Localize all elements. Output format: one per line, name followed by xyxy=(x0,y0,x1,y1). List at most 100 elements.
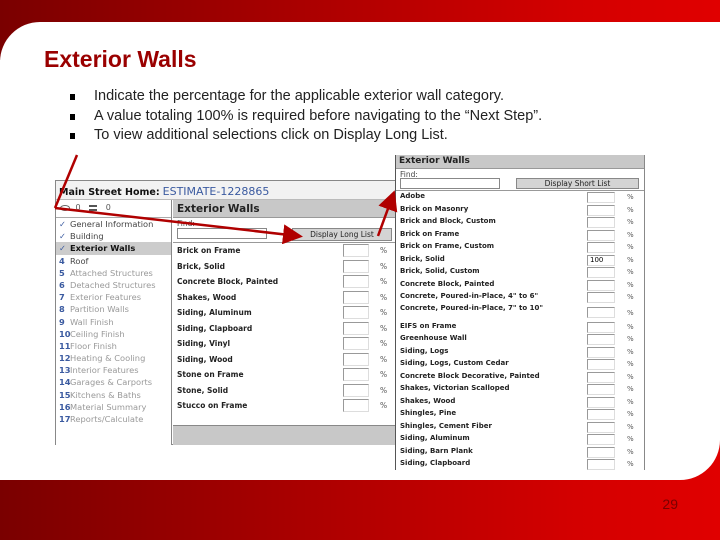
step-label: Kitchens & Baths xyxy=(70,389,141,400)
wall-type-label: Concrete, Poured-in-Place, 7" to 10" xyxy=(400,303,543,312)
percentage-input[interactable] xyxy=(587,396,615,408)
percentage-input[interactable] xyxy=(343,383,369,397)
list-icon[interactable] xyxy=(89,204,98,211)
percentage-input[interactable] xyxy=(587,204,615,216)
nav-step-item[interactable]: 15Kitchens & Baths xyxy=(56,389,171,401)
step-number: 7 xyxy=(59,292,65,303)
percentage-input[interactable] xyxy=(587,446,615,458)
percentage-input[interactable] xyxy=(587,421,615,433)
wall-type-label: EIFS on Frame xyxy=(400,321,457,330)
estimate-header: Main Street Home: ESTIMATE-1228865 xyxy=(56,181,396,200)
percentage-input[interactable] xyxy=(587,242,615,253)
percentage-input[interactable] xyxy=(343,244,369,257)
bullet-list: Indicate the percentage for the applicab… xyxy=(70,88,542,147)
percentage-input[interactable] xyxy=(343,275,369,288)
nav-step-item[interactable]: 14Garages & Carports xyxy=(56,376,171,388)
slide-title: Exterior Walls xyxy=(44,46,197,72)
nav-step-item[interactable]: ✓ Exterior Walls xyxy=(56,242,171,255)
percent-symbol: % xyxy=(627,460,634,468)
speech-bubble-icon[interactable] xyxy=(60,204,70,211)
percentage-input[interactable] xyxy=(343,399,369,412)
step-label: Partition Walls xyxy=(70,304,129,315)
nav-step-item[interactable]: 5 Attached Structures xyxy=(56,267,171,279)
step-number: 8 xyxy=(59,304,65,315)
percentage-input[interactable] xyxy=(587,229,615,241)
percentage-input[interactable] xyxy=(587,292,615,303)
wall-type-label: Shakes, Victorian Scalloped xyxy=(400,384,510,392)
wall-type-label: Brick, Solid xyxy=(400,254,445,263)
step-number: 17 xyxy=(59,414,71,424)
nav-step-item[interactable]: 13Interior Features xyxy=(56,364,171,376)
percentage-input[interactable] xyxy=(587,359,615,370)
find-input[interactable] xyxy=(177,228,267,239)
comments-count: 0 xyxy=(75,203,81,212)
wall-type-label: Siding, Wood xyxy=(177,354,233,364)
percentage-input[interactable] xyxy=(343,306,369,319)
percentage-input[interactable] xyxy=(587,279,615,291)
step-label: Roof xyxy=(70,255,89,266)
percentage-input[interactable] xyxy=(343,352,369,366)
percentage-input[interactable] xyxy=(587,371,615,383)
percentage-input[interactable] xyxy=(343,259,369,273)
percentage-input[interactable] xyxy=(587,306,615,318)
percentage-input[interactable] xyxy=(587,346,615,358)
nav-step-item[interactable]: 16Material Summary xyxy=(56,401,171,413)
step-list: ✓ General Information ✓ Building ✓ Exterior W… xyxy=(56,218,171,425)
step-label: Exterior Features xyxy=(70,292,142,303)
percentage-input[interactable] xyxy=(343,337,369,350)
percent-symbol: % xyxy=(380,308,388,317)
find-input[interactable] xyxy=(400,178,500,189)
wall-type-label: Siding, Logs, Custom Cedar xyxy=(400,359,509,367)
wall-type-row: Shakes, Wood% xyxy=(396,396,644,409)
wall-type-label: Concrete Block, Painted xyxy=(177,277,279,286)
wall-type-label: Concrete Block Decorative, Painted xyxy=(400,371,540,380)
wall-type-label: Brick and Block, Custom xyxy=(400,217,496,225)
percent-symbol: % xyxy=(380,339,388,348)
nav-step-item[interactable]: 4 Roof xyxy=(56,255,171,267)
wall-type-label: Greenhouse Wall xyxy=(400,334,467,342)
wall-type-label: Concrete Block, Painted xyxy=(400,279,495,288)
wall-type-label: Siding, Aluminum xyxy=(177,308,252,317)
nav-step-item[interactable]: 9 Wall Finish xyxy=(56,316,171,328)
nav-step-item[interactable]: 6 Detached Structures xyxy=(56,279,171,291)
wall-type-row: Brick, Solid% xyxy=(173,259,396,275)
short-list-rows: Brick on Frame% Brick, Solid% Concrete Blo… xyxy=(173,243,396,414)
nav-step-item[interactable]: 10Ceiling Finish xyxy=(56,328,171,340)
percentage-input[interactable] xyxy=(587,267,615,278)
nav-step-item[interactable]: 7 Exterior Features xyxy=(56,291,171,303)
percentage-input[interactable] xyxy=(587,192,615,203)
percent-symbol: % xyxy=(627,435,634,443)
wall-type-row: Siding, Wood% xyxy=(173,352,396,368)
percentage-input[interactable] xyxy=(587,409,615,420)
step-number: 11 xyxy=(59,340,71,351)
bullet-item: To view additional selections click on D… xyxy=(70,127,542,147)
percent-symbol: % xyxy=(380,323,388,333)
wall-type-label: Siding, Clapboard xyxy=(177,323,253,333)
nav-step-item[interactable]: ✓ Building xyxy=(56,230,171,242)
percent-symbol: % xyxy=(627,410,634,418)
nav-step-item[interactable]: 11Floor Finish xyxy=(56,340,171,352)
percentage-input[interactable] xyxy=(587,384,615,395)
wall-type-label: Shingles, Pine xyxy=(400,409,457,417)
percentage-input[interactable] xyxy=(343,368,369,381)
percentage-input[interactable] xyxy=(587,434,615,445)
find-row: Find: Display Long List xyxy=(173,218,396,243)
wall-type-label: Brick, Solid, Custom xyxy=(400,267,480,275)
percent-symbol: % xyxy=(380,401,388,410)
percentage-input[interactable] xyxy=(587,459,615,470)
percentage-input[interactable] xyxy=(343,321,369,335)
display-long-list-button[interactable]: Display Long List xyxy=(292,228,392,241)
percentage-input[interactable]: 100 xyxy=(587,254,615,266)
percentage-input[interactable] xyxy=(587,321,615,333)
percentage-input[interactable] xyxy=(343,290,369,304)
percentage-input[interactable] xyxy=(587,217,615,228)
nav-step-item[interactable]: 8 Partition Walls xyxy=(56,303,171,315)
nav-step-item[interactable]: ✓ General Information xyxy=(56,218,171,230)
wall-type-label: Siding, Logs xyxy=(400,346,449,355)
display-short-list-button[interactable]: Display Short List xyxy=(516,178,639,189)
page-number: 29 xyxy=(662,496,678,512)
wall-type-label: Brick on Frame, Custom xyxy=(400,242,495,250)
nav-step-item[interactable]: 17Reports/Calculate xyxy=(56,413,171,425)
nav-step-item[interactable]: 12Heating & Cooling xyxy=(56,352,171,364)
percentage-input[interactable] xyxy=(587,334,615,345)
